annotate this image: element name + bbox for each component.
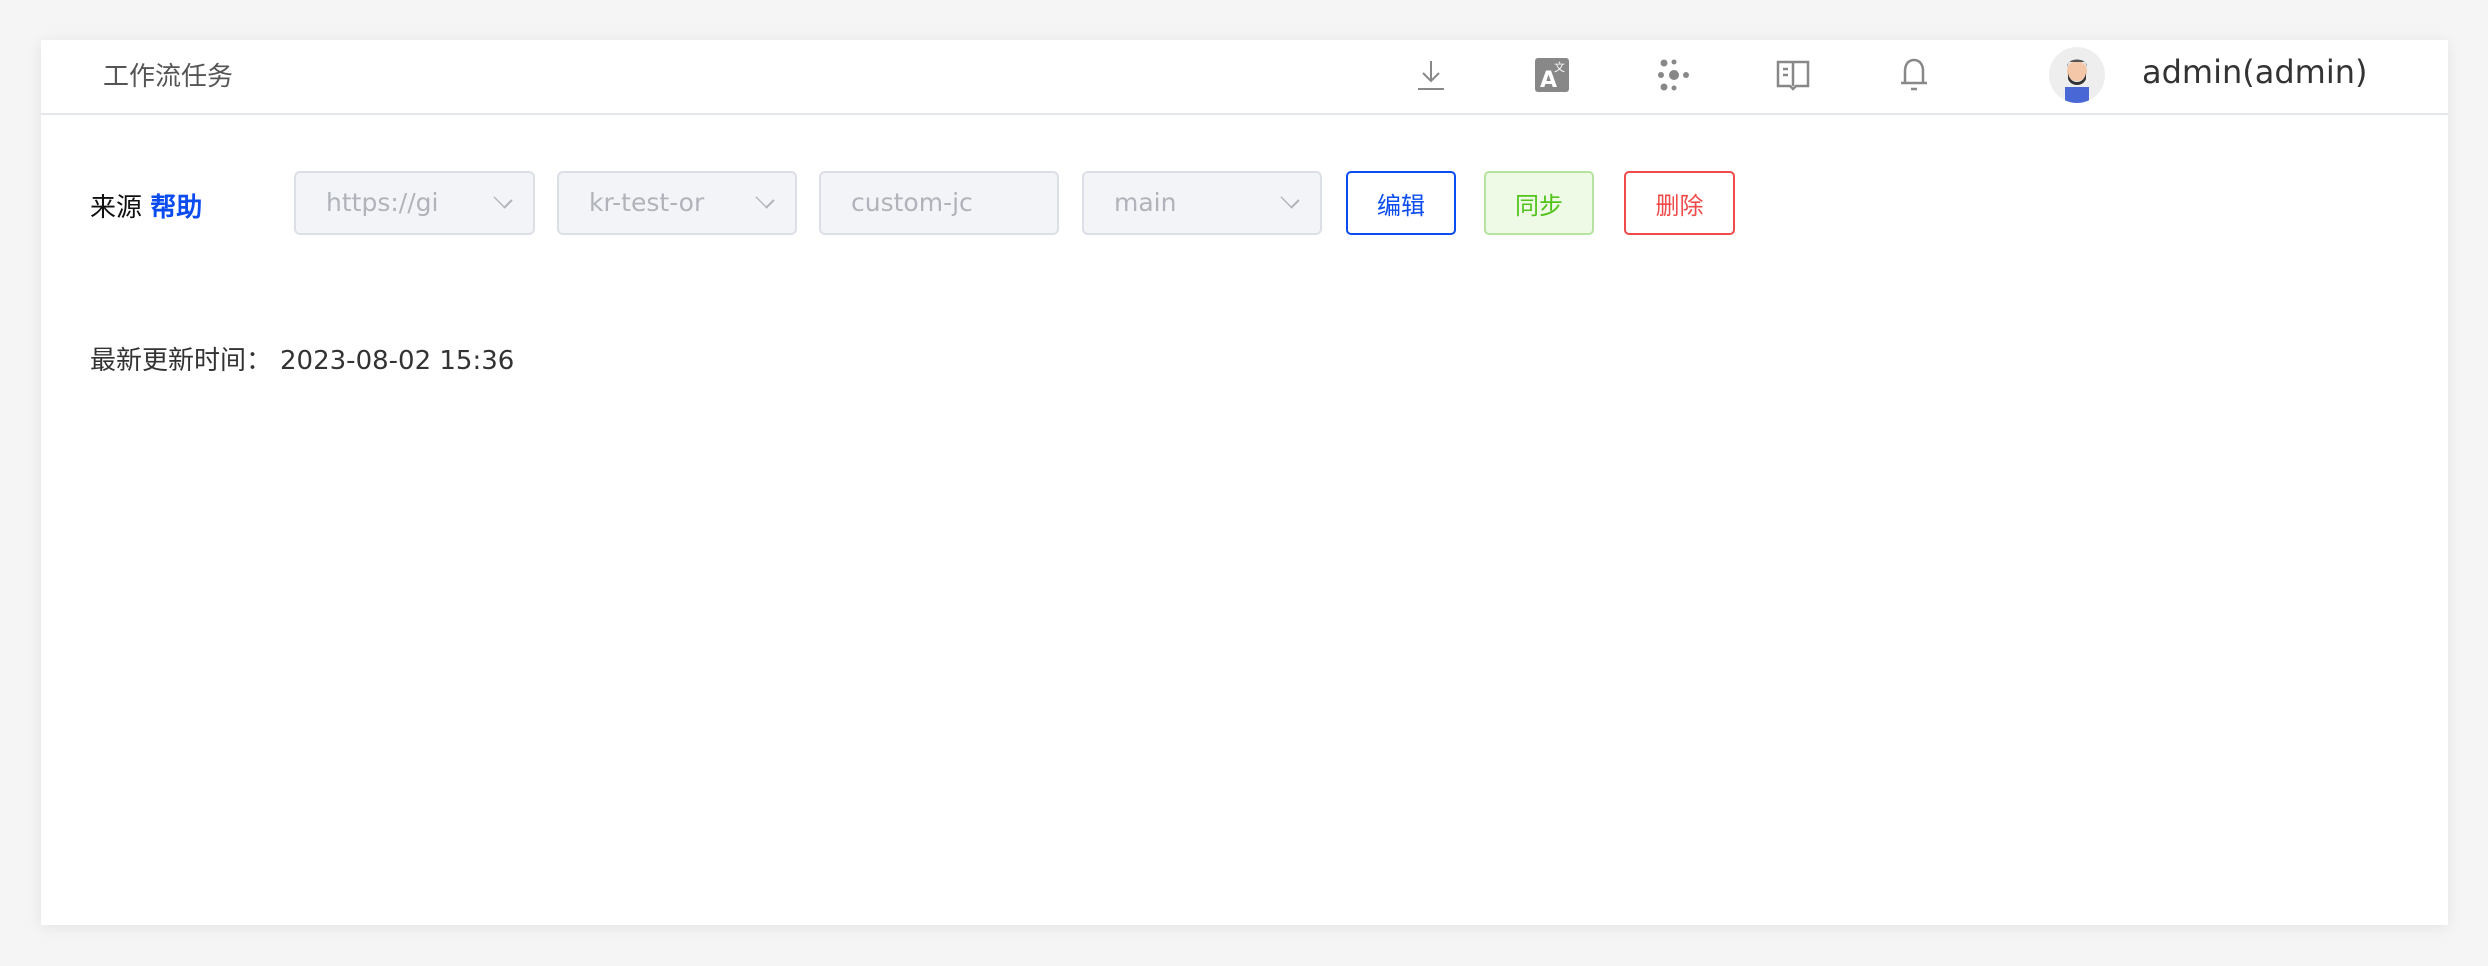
main-card: 工作流任务 A文 admin(admin) 来源 帮助 https://gi k… bbox=[41, 40, 2448, 925]
download-icon[interactable] bbox=[1411, 55, 1451, 95]
delete-button[interactable]: 删除 bbox=[1624, 171, 1735, 235]
top-header: 工作流任务 A文 admin(admin) bbox=[41, 40, 2448, 115]
chevron-down-icon bbox=[493, 189, 513, 209]
avatar[interactable] bbox=[2049, 47, 2105, 103]
branch-select[interactable]: main bbox=[1082, 171, 1322, 235]
page-title: 工作流任务 bbox=[103, 62, 234, 92]
chevron-down-icon bbox=[1280, 189, 1300, 209]
last-updated: 最新更新时间： 2023-08-02 15:36 bbox=[90, 346, 515, 376]
sync-button[interactable]: 同步 bbox=[1484, 171, 1594, 235]
username[interactable]: admin(admin) bbox=[2142, 53, 2368, 91]
help-link[interactable]: 帮助 bbox=[150, 193, 202, 223]
repo-select[interactable]: https://gi bbox=[294, 171, 535, 235]
chevron-down-icon bbox=[755, 189, 775, 209]
edit-button[interactable]: 编辑 bbox=[1346, 171, 1456, 235]
svg-text:文: 文 bbox=[1554, 60, 1565, 74]
source-label: 来源 帮助 bbox=[90, 193, 203, 223]
translate-icon[interactable]: A文 bbox=[1532, 55, 1572, 95]
graph-icon[interactable] bbox=[1653, 55, 1693, 95]
docs-icon[interactable] bbox=[1773, 55, 1813, 95]
org-select[interactable]: kr-test-or bbox=[557, 171, 797, 235]
job-input[interactable]: custom-jc bbox=[819, 171, 1059, 235]
bell-icon[interactable] bbox=[1894, 55, 1934, 95]
